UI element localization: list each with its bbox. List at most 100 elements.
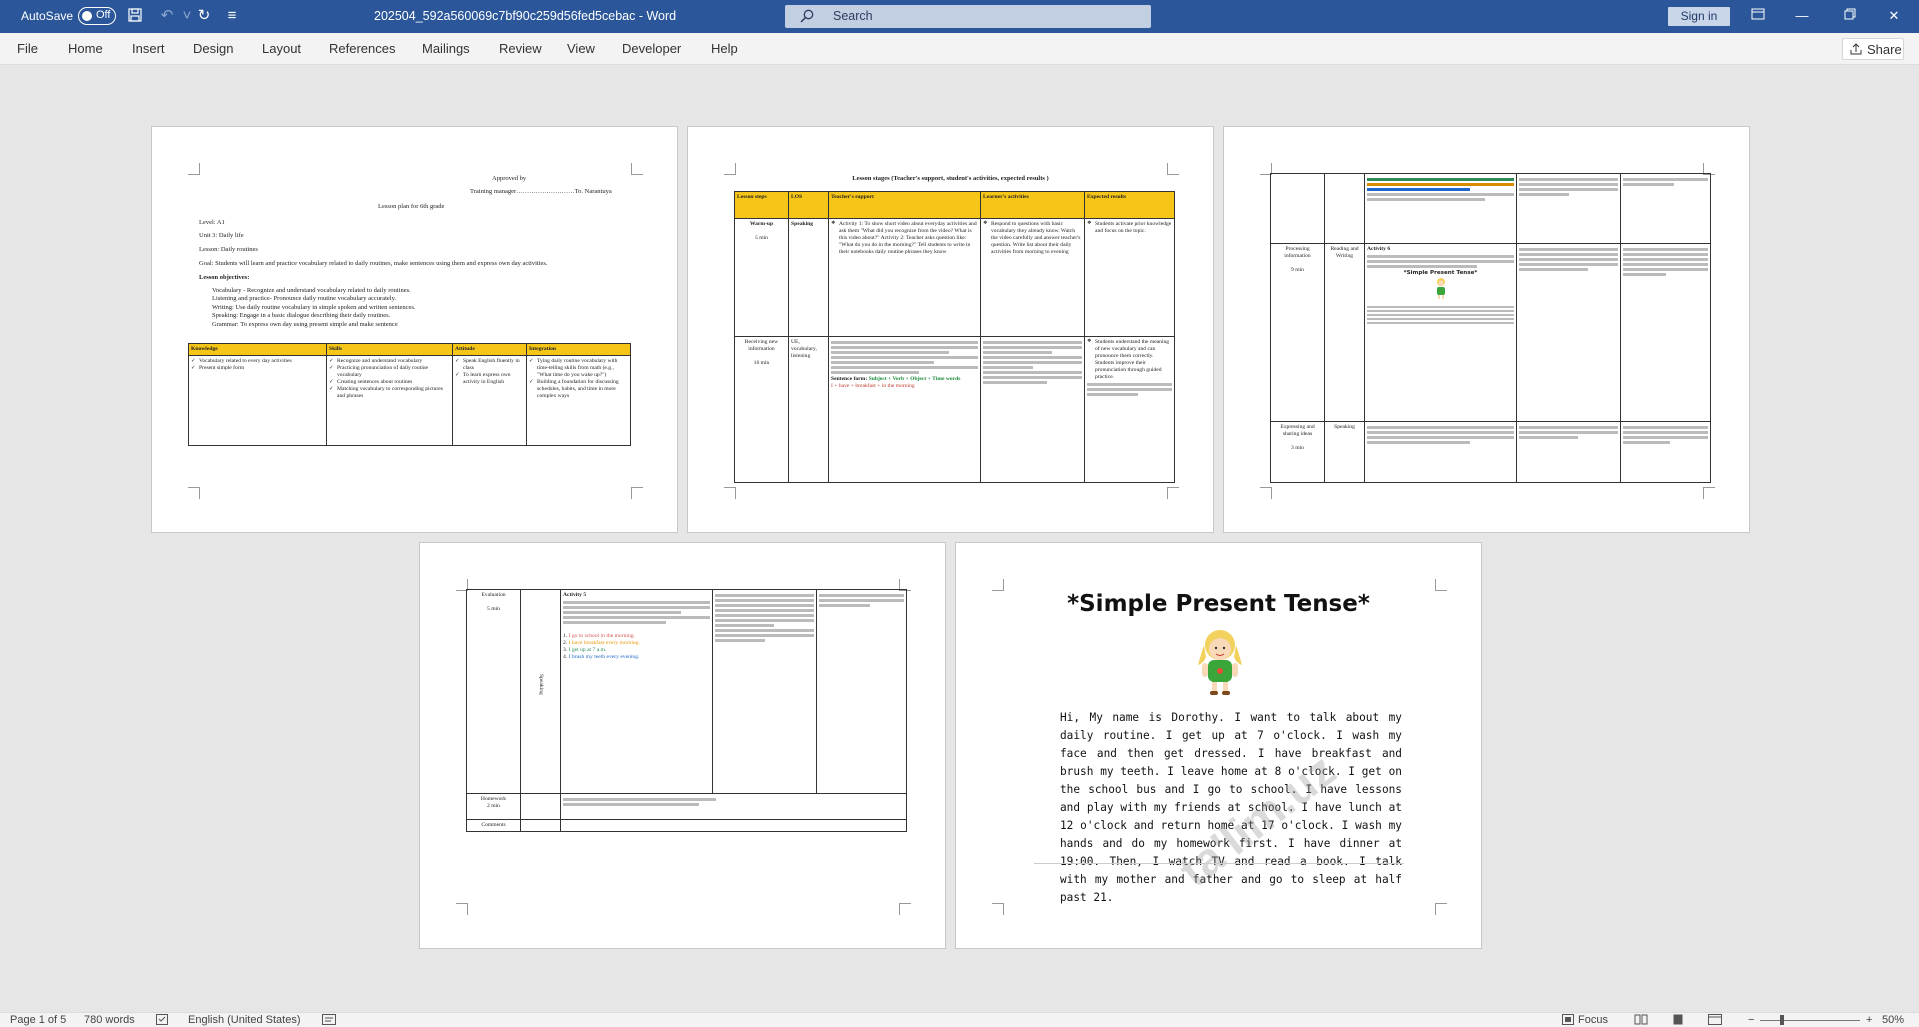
lesson-stages-table-continued: Processing information 9 min Reading and… [1270, 173, 1711, 483]
mongolian-text-line [1367, 431, 1514, 434]
objective-item: Writing: Use daily routine vocabulary in… [212, 303, 416, 311]
table-cell: Homework 2 min [466, 793, 521, 820]
mongolian-text-line [715, 619, 814, 622]
table-cell [1516, 173, 1621, 244]
step-los: Speaking [1334, 424, 1355, 430]
list-item: 4. I brush my teeth every evening. [563, 653, 640, 660]
search-box[interactable]: Search [785, 5, 1151, 28]
zoom-slider-track[interactable] [1760, 1020, 1860, 1021]
save-icon[interactable] [126, 7, 144, 25]
tab-references[interactable]: References [329, 41, 395, 56]
mongolian-text-line [983, 346, 1082, 350]
reading-passage: Hi, My name is Dorothy. I want to talk a… [1060, 711, 1402, 904]
mongolian-text-line [1519, 193, 1569, 196]
worksheet-text-line [1367, 321, 1514, 324]
close-icon[interactable]: ✕ [1884, 6, 1904, 26]
table-item: Practicing pronunciation of daily routin… [329, 365, 450, 379]
mongolian-text-line [1623, 263, 1708, 266]
mongolian-text-line [1623, 268, 1708, 271]
step-name: Expressing and sharing ideas [1280, 424, 1315, 437]
tab-view[interactable]: View [567, 41, 595, 56]
page-5[interactable]: *Simple Present Tense* Hi, My name is Do… [955, 542, 1482, 949]
undo-dropdown-icon[interactable]: ˅ [178, 7, 196, 25]
zoom-in-button[interactable]: + [1866, 1014, 1872, 1026]
table-cell [1364, 421, 1517, 483]
table-cell: Speaking [520, 589, 561, 794]
undo-icon[interactable]: ↶ [158, 7, 176, 25]
page-1[interactable]: Approved by Training manager………………………To.… [151, 126, 678, 533]
mongolian-text-line [983, 366, 1033, 370]
table-header: Attitude [452, 343, 527, 356]
tab-insert[interactable]: Insert [132, 41, 165, 56]
step-los: Speaking [791, 221, 814, 228]
step-name: Warm-up [749, 221, 774, 228]
mongolian-text-line [831, 361, 934, 365]
proofing-icon[interactable] [156, 1014, 168, 1027]
mongolian-text-line [831, 341, 978, 345]
crop-mark [724, 487, 736, 499]
worksheet-text-line [1367, 305, 1514, 308]
restore-icon[interactable] [1840, 6, 1860, 26]
mongolian-text-line [563, 600, 710, 604]
crop-mark [992, 579, 1004, 591]
focus-icon[interactable] [1562, 1014, 1574, 1027]
zoom-level[interactable]: 50% [1882, 1014, 1904, 1026]
toggle-knob [82, 11, 92, 21]
web-layout-icon[interactable] [1708, 1014, 1722, 1027]
manager-line: Training manager………………………To. Narantuya [470, 188, 612, 195]
app-name: Word [646, 9, 677, 23]
page-2[interactable]: Lesson stages (Teacher's support, studen… [687, 126, 1214, 533]
customize-toolbar-icon[interactable]: ≡ [223, 7, 241, 25]
crop-mark [1703, 487, 1715, 499]
print-layout-icon[interactable] [1672, 1014, 1684, 1027]
activity-label: Activity 5 [563, 592, 587, 598]
mongolian-text-line [563, 615, 710, 619]
redo-icon[interactable]: ↻ [195, 7, 213, 25]
zoom-out-button[interactable]: − [1748, 1014, 1754, 1026]
tab-layout[interactable]: Layout [262, 41, 301, 56]
accessibility-icon[interactable] [322, 1014, 336, 1027]
table-cell: Sentence form: Subject + Verb + Object +… [828, 336, 981, 483]
status-bar: Page 1 of 5 780 words English (United St… [0, 1012, 1919, 1027]
objectives-list: Vocabulary - Recognize and understand vo… [212, 287, 632, 329]
tab-review[interactable]: Review [499, 41, 542, 56]
table-cell: Activity 1: To show short video about ev… [828, 218, 981, 338]
mongolian-text-line [715, 594, 814, 597]
step-time: 5 min [755, 235, 768, 242]
step-name: Receiving new information [744, 339, 779, 353]
ribbon-display-options-icon[interactable] [1748, 6, 1768, 26]
list-item: 1. I go to school in the morning. [563, 632, 635, 639]
focus-button[interactable]: Focus [1578, 1014, 1608, 1026]
language-indicator[interactable]: English (United States) [188, 1014, 301, 1026]
mongolian-text-line [1519, 253, 1618, 256]
page-4[interactable]: Evaluation 5 min Speaking Activity 5 1. … [419, 542, 946, 949]
mongolian-text-line [983, 371, 1082, 375]
share-button[interactable]: Share [1842, 38, 1904, 60]
tab-file[interactable]: File [17, 41, 38, 56]
tab-mailings[interactable]: Mailings [422, 41, 470, 56]
mongolian-text-line [1367, 441, 1470, 444]
minimize-icon[interactable]: — [1792, 6, 1812, 26]
table-cell [560, 793, 907, 820]
autosave-toggle[interactable]: Off [78, 7, 116, 25]
tab-home[interactable]: Home [68, 41, 103, 56]
expected-results: Students activate prior knowledge and fo… [1087, 221, 1172, 235]
share-label: Share [1867, 42, 1902, 57]
mongolian-text-line [1623, 178, 1708, 181]
mongolian-text-line [563, 620, 666, 624]
mongolian-text-line [831, 366, 978, 370]
page-count[interactable]: Page 1 of 5 [10, 1014, 66, 1026]
mongolian-text-line [715, 634, 814, 637]
table-header: Expected results [1084, 190, 1175, 220]
mongolian-text-line [563, 798, 717, 801]
mongolian-text-line [983, 356, 1082, 360]
page-3[interactable]: Processing information 9 min Reading and… [1223, 126, 1750, 533]
mongolian-text-line [1623, 441, 1670, 444]
read-mode-icon[interactable] [1634, 1014, 1648, 1027]
signin-button[interactable]: Sign in [1668, 7, 1730, 26]
tab-help[interactable]: Help [711, 41, 738, 56]
tab-design[interactable]: Design [193, 41, 233, 56]
tab-developer[interactable]: Developer [622, 41, 681, 56]
zoom-slider-thumb[interactable] [1780, 1015, 1785, 1025]
word-count[interactable]: 780 words [84, 1014, 135, 1026]
